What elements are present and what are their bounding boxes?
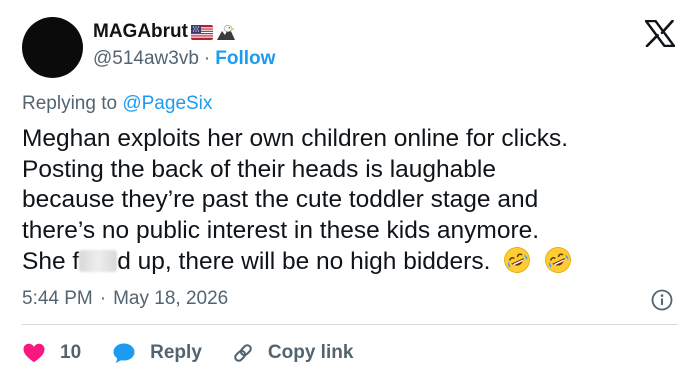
rolling-laughing-emoji-icon xyxy=(545,247,571,273)
tweet-timestamp[interactable]: 5:44 PM · May 18, 2026 xyxy=(22,288,228,310)
divider xyxy=(22,324,678,325)
copy-link-button[interactable]: Copy link xyxy=(231,341,354,365)
us-flag-icon xyxy=(190,24,213,40)
name-row: MAGAbrut xyxy=(93,20,275,44)
heart-icon xyxy=(23,343,45,363)
x-logo-icon[interactable] xyxy=(645,20,675,47)
tweet-header: MAGAbrut @514aw3vb · Follow xyxy=(93,20,275,71)
tweet-text: Meghan exploits her own children online … xyxy=(22,124,692,278)
replying-mention-link[interactable]: @PageSix xyxy=(122,93,212,114)
tweet-line-last: She f d up, there will be no high bidders… xyxy=(22,246,692,278)
replying-to: Replying to @PageSix xyxy=(22,93,212,115)
handle-separator: · xyxy=(203,48,211,69)
tweet-line: there’s no public interest in these kids… xyxy=(22,216,540,244)
tweet-time: 5:44 PM xyxy=(22,288,93,309)
eagle-icon xyxy=(216,24,235,40)
info-icon[interactable] xyxy=(651,289,673,311)
like-button[interactable]: 10 xyxy=(22,341,81,365)
link-icon xyxy=(234,344,252,362)
timestamp-separator: · xyxy=(99,288,107,309)
reply-bubble-icon xyxy=(113,343,135,363)
tweet-line: Meghan exploits her own children online … xyxy=(22,125,569,152)
tweet-text-fragment: She f xyxy=(22,248,80,275)
tweet-line: Posting the back of their heads is laugh… xyxy=(22,155,496,183)
copy-link-label: Copy link xyxy=(267,342,354,363)
tweet-text-fragment: d up, there will be no high bidders. xyxy=(117,248,491,275)
replying-prefix: Replying to xyxy=(22,93,123,114)
display-name[interactable]: MAGAbrut xyxy=(93,21,188,43)
follow-button[interactable]: Follow xyxy=(215,48,275,70)
like-count: 10 xyxy=(60,342,82,363)
handle-row: @514aw3vb · Follow xyxy=(93,47,275,71)
tweet-actions: 10 Reply Copy link xyxy=(22,340,353,366)
reply-button[interactable]: Reply xyxy=(112,341,202,365)
reply-label: Reply xyxy=(150,342,202,363)
tweet-line: because they’re past the cute toddler st… xyxy=(22,186,539,213)
tweet-date: May 18, 2026 xyxy=(113,288,229,309)
censor-blur xyxy=(79,250,118,272)
rolling-laughing-emoji-icon xyxy=(504,247,531,273)
avatar[interactable] xyxy=(22,17,83,78)
user-handle[interactable]: @514aw3vb xyxy=(93,48,199,70)
